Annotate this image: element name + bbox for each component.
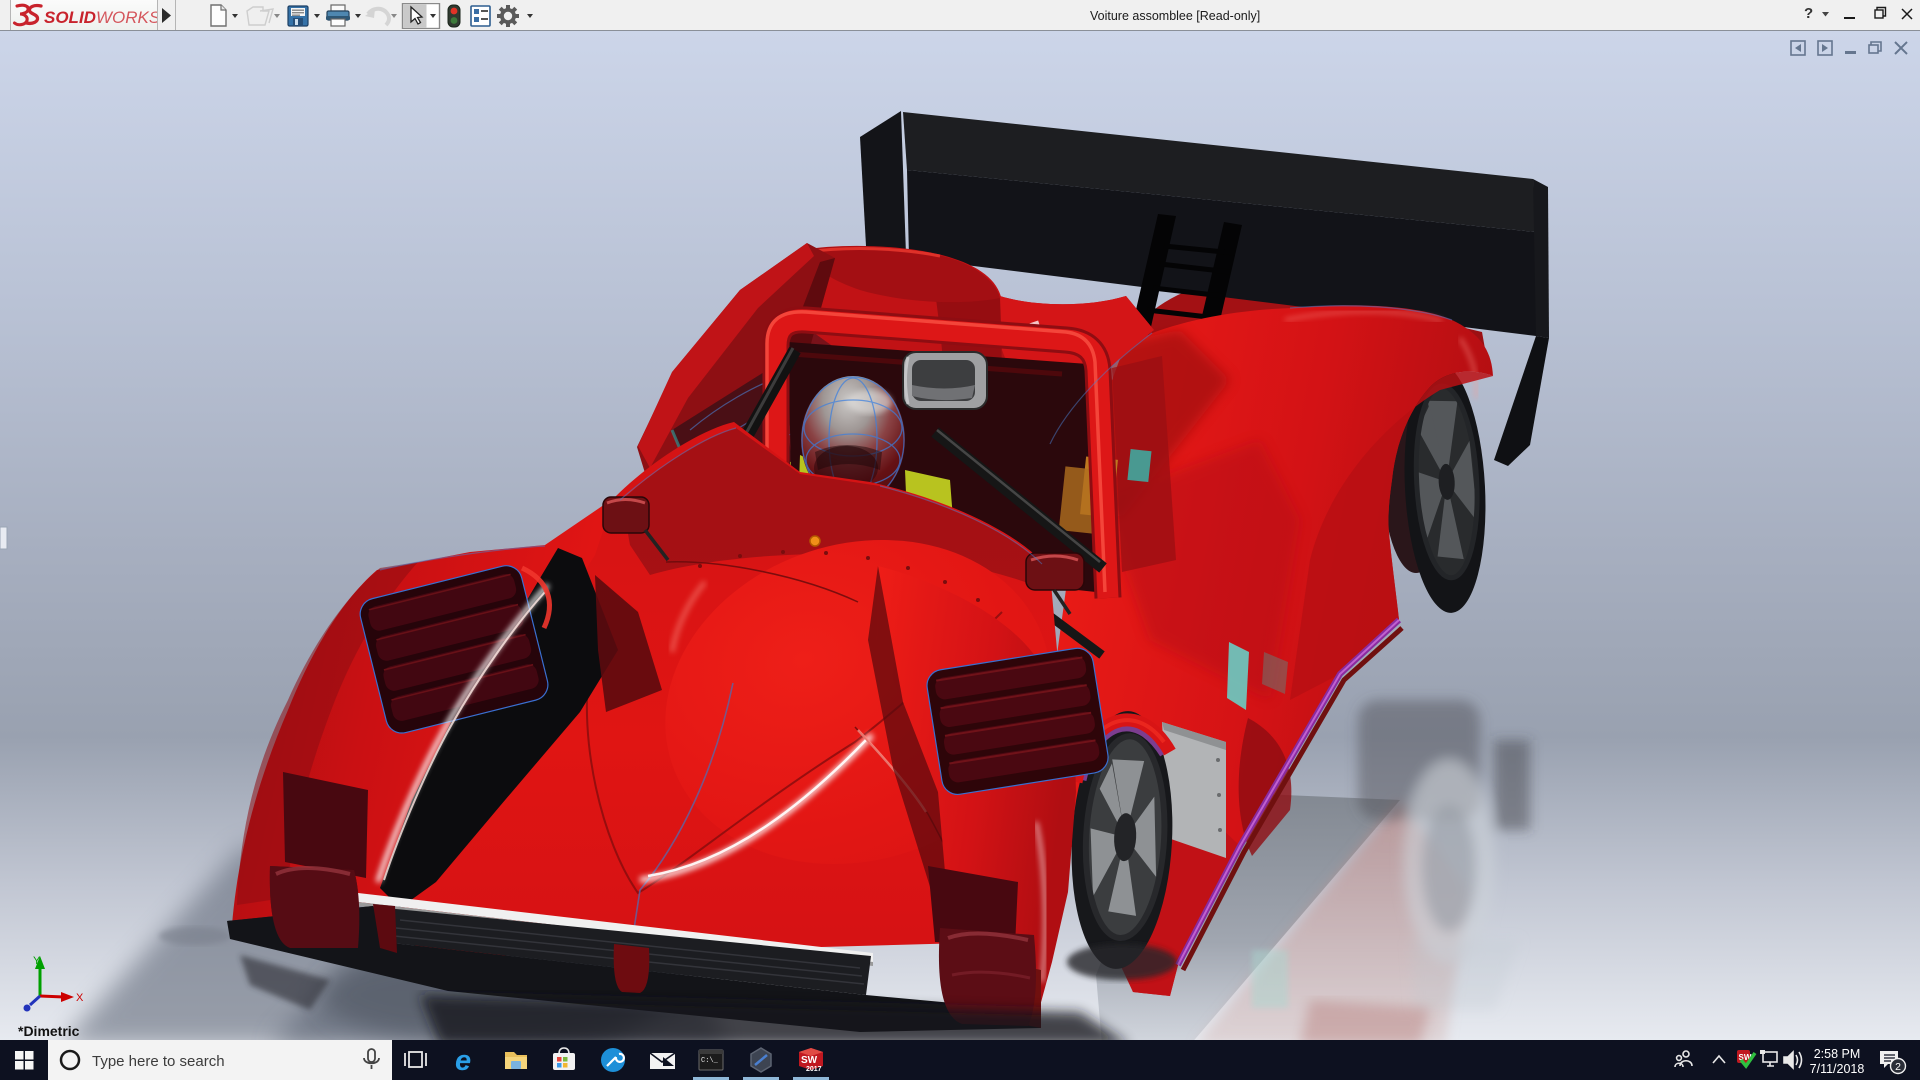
svg-text:SW: SW [801,1055,818,1066]
svg-text:SOLIDWORKS: SOLIDWORKS [44,8,157,27]
svg-text:2: 2 [1895,1061,1901,1073]
svg-text:2017: 2017 [806,1066,822,1073]
svg-text:2:58 PM: 2:58 PM [1814,1047,1861,1061]
svg-text:e: e [455,1045,471,1077]
svg-text:C:\_: C:\_ [701,1057,719,1065]
svg-text:Y: Y [33,955,41,967]
svg-text:Type here to search: Type here to search [92,1053,225,1070]
svg-text:7/11/2018: 7/11/2018 [1810,1062,1865,1076]
svg-text:X: X [76,992,84,1004]
svg-text:*Dimetric: *Dimetric [18,1023,80,1039]
